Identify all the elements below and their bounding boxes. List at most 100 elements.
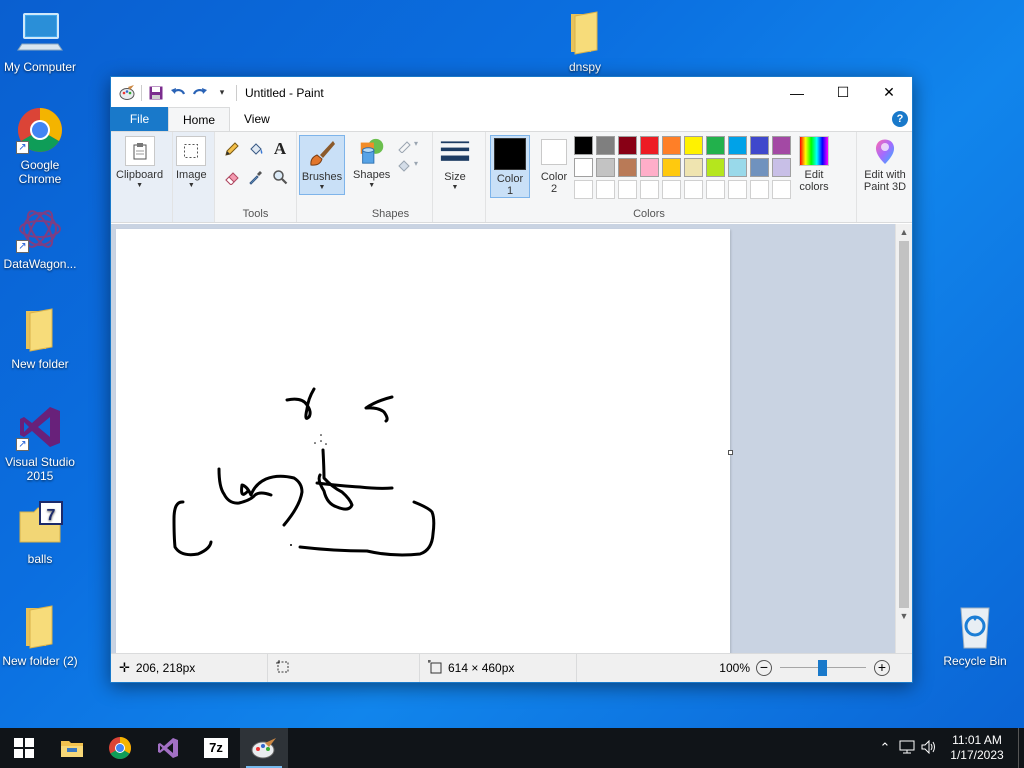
palette-swatch[interactable] xyxy=(618,136,637,155)
image-button[interactable]: Image ▼ xyxy=(176,136,207,189)
edit-colors-button[interactable]: Edit colors xyxy=(796,136,832,193)
palette-swatch[interactable] xyxy=(574,136,593,155)
paint-app-icon[interactable] xyxy=(119,84,135,101)
brushes-button[interactable]: Brushes ▼ xyxy=(299,135,345,195)
canvas-size-text: 614 × 460px xyxy=(448,661,515,675)
palette-swatch[interactable] xyxy=(728,136,747,155)
size-button[interactable]: Size ▼ xyxy=(440,136,470,191)
close-button[interactable]: ✕ xyxy=(866,77,912,108)
palette-swatch[interactable] xyxy=(618,180,637,199)
desktop-icon-new-folder[interactable]: New folder xyxy=(0,305,80,371)
palette-swatch[interactable] xyxy=(706,180,725,199)
stroke xyxy=(240,474,304,527)
palette-swatch[interactable] xyxy=(728,180,747,199)
color2-button[interactable]: Color 2 xyxy=(534,137,574,195)
palette-swatch[interactable] xyxy=(706,136,725,155)
desktop-icon-visual-studio[interactable]: ↗ Visual Studio 2015 xyxy=(0,403,80,483)
help-icon[interactable]: ? xyxy=(892,111,908,127)
palette-swatch[interactable] xyxy=(640,158,659,177)
palette-swatch[interactable] xyxy=(618,158,637,177)
palette-swatch[interactable] xyxy=(728,158,747,177)
palette-swatch[interactable] xyxy=(574,158,593,177)
taskbar-chrome[interactable] xyxy=(96,728,144,768)
tab-home[interactable]: Home xyxy=(168,107,231,131)
vertical-scrollbar[interactable]: ▲ ▼ xyxy=(895,224,912,655)
network-icon[interactable] xyxy=(896,740,918,757)
eraser-icon[interactable] xyxy=(221,166,243,188)
fill-icon[interactable] xyxy=(245,138,267,160)
clock[interactable]: 11:01 AM 1/17/2023 xyxy=(940,733,1014,763)
canvas-size: 614 × 460px xyxy=(420,654,577,682)
window-title: Untitled - Paint xyxy=(245,85,324,100)
taskbar-7zip[interactable]: 7z xyxy=(192,728,240,768)
desktop-icon-label: Visual Studio 2015 xyxy=(5,455,75,483)
desktop-icon-balls[interactable]: 7 balls xyxy=(0,500,80,566)
palette-swatch[interactable] xyxy=(772,158,791,177)
palette-swatch[interactable] xyxy=(596,180,615,199)
scroll-up-icon[interactable]: ▲ xyxy=(896,224,912,241)
pencil-icon[interactable] xyxy=(221,138,243,160)
desktop-icon-datawagon[interactable]: ↗ DataWagon... xyxy=(0,205,80,271)
save-icon[interactable] xyxy=(148,85,164,101)
customize-dropdown-icon[interactable]: ▾ xyxy=(214,85,230,101)
color1-button[interactable]: Color 1 xyxy=(490,135,530,198)
paint-window: ▾ Untitled - Paint — ☐ ✕ File Home View … xyxy=(110,76,913,683)
palette-swatch[interactable] xyxy=(662,158,681,177)
canvas-drawing xyxy=(172,387,436,557)
drawing-canvas[interactable] xyxy=(116,229,730,655)
palette-swatch[interactable] xyxy=(750,180,769,199)
palette-swatch[interactable] xyxy=(684,158,703,177)
palette-swatch[interactable] xyxy=(706,158,725,177)
palette-swatch[interactable] xyxy=(640,180,659,199)
desktop-icon-my-computer[interactable]: My Computer xyxy=(0,8,80,74)
desktop-icon-google-chrome[interactable]: ↗ Google Chrome xyxy=(0,106,80,186)
taskbar-file-explorer[interactable] xyxy=(48,728,96,768)
desktop-icon-recycle-bin[interactable]: Recycle Bin xyxy=(935,602,1015,668)
palette-swatch[interactable] xyxy=(772,136,791,155)
chevron-up-icon[interactable]: ⌃ xyxy=(874,740,896,756)
edit-with-paint3d-button[interactable]: Edit with Paint 3D xyxy=(857,136,913,193)
undo-icon[interactable] xyxy=(170,85,186,101)
palette-swatch[interactable] xyxy=(596,158,615,177)
fill-shape-icon[interactable]: ▾ xyxy=(395,154,423,176)
palette-swatch[interactable] xyxy=(772,180,791,199)
palette-swatch[interactable] xyxy=(574,180,593,199)
tab-file[interactable]: File xyxy=(111,107,168,131)
tools-group-label: Tools xyxy=(242,208,269,220)
volume-icon[interactable] xyxy=(918,739,940,757)
palette-swatch[interactable] xyxy=(684,180,703,199)
taskbar-paint[interactable] xyxy=(240,728,288,768)
tab-view[interactable]: View xyxy=(230,107,284,131)
palette-swatch[interactable] xyxy=(596,136,615,155)
minimize-button[interactable]: — xyxy=(774,77,820,108)
scroll-down-icon[interactable]: ▼ xyxy=(896,608,912,625)
zoom-level: 100% xyxy=(719,661,750,675)
redo-icon[interactable] xyxy=(192,85,208,101)
show-desktop-button[interactable] xyxy=(1018,728,1024,768)
zoom-out-button[interactable]: − xyxy=(756,660,772,676)
color-palette xyxy=(574,136,796,202)
taskbar-visual-studio[interactable] xyxy=(144,728,192,768)
zoom-slider[interactable] xyxy=(780,660,866,676)
magnifier-icon[interactable] xyxy=(269,166,291,188)
canvas-resize-handle-right[interactable] xyxy=(728,450,733,455)
maximize-button[interactable]: ☐ xyxy=(820,77,866,108)
scrollbar-thumb[interactable] xyxy=(899,241,909,608)
palette-swatch[interactable] xyxy=(662,180,681,199)
desktop-icon-dnspy[interactable]: dnspy xyxy=(545,8,625,74)
palette-swatch[interactable] xyxy=(684,136,703,155)
palette-swatch[interactable] xyxy=(750,158,769,177)
clipboard-button[interactable]: Clipboard ▼ xyxy=(116,136,163,189)
palette-swatch[interactable] xyxy=(662,136,681,155)
desktop-icon-new-folder-2[interactable]: New folder (2) xyxy=(0,602,80,668)
title-bar[interactable]: ▾ Untitled - Paint — ☐ ✕ xyxy=(111,77,912,108)
text-icon[interactable]: A xyxy=(269,138,291,160)
start-button[interactable] xyxy=(0,728,48,768)
outline-icon[interactable]: ▾ xyxy=(395,134,423,156)
zoom-in-button[interactable]: + xyxy=(874,660,890,676)
palette-swatch[interactable] xyxy=(750,136,769,155)
palette-swatch[interactable] xyxy=(640,136,659,155)
zoom-slider-thumb[interactable] xyxy=(818,660,827,676)
color-picker-icon[interactable] xyxy=(245,166,267,188)
shapes-button[interactable]: Shapes ▼ xyxy=(353,136,390,189)
